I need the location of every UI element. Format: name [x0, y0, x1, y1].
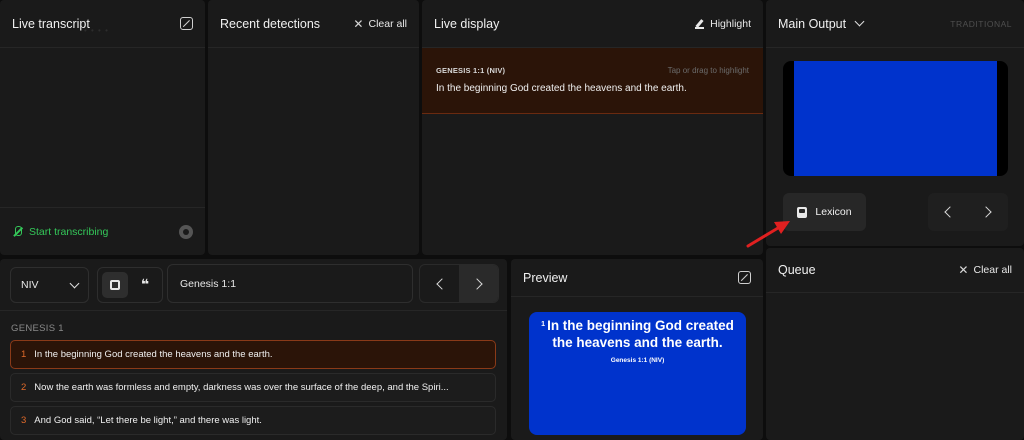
lexicon-label: Lexicon: [815, 206, 852, 218]
chevron-right-icon: [470, 277, 483, 290]
version-select[interactable]: NIV: [10, 267, 89, 303]
verse-text: And God said, “Let there be light,” and …: [34, 415, 262, 426]
chevron-down-icon: [854, 16, 865, 26]
highlight-button[interactable]: Highlight: [695, 18, 751, 30]
bible-nav: [419, 264, 499, 303]
preview-panel: Preview 1 In the beginning God created th…: [511, 259, 763, 440]
chevron-down-icon: [69, 278, 80, 288]
highlight-hint: Tap or drag to highlight: [667, 66, 749, 75]
lexicon-button[interactable]: Lexicon: [783, 193, 866, 231]
live-verse-block[interactable]: GENESIS 1:1 (NIV) Tap or drag to highlig…: [422, 48, 763, 114]
bible-prev-button[interactable]: [420, 265, 459, 302]
verse-number: 3: [21, 415, 27, 426]
display-mode-toggle: ❝: [97, 267, 163, 303]
mode-label: TRADITIONAL: [950, 18, 1012, 29]
verse-row[interactable]: 3 And God said, “Let there be light,” an…: [10, 406, 496, 435]
queue-header: Queue ✕ Clear all: [766, 248, 1024, 293]
expand-icon[interactable]: [738, 271, 751, 284]
live-display-panel: Live display Highlight GENESIS 1:1 (NIV)…: [422, 0, 763, 255]
queue-title: Queue: [778, 263, 816, 277]
main-output-header: Main Output TRADITIONAL: [766, 0, 1024, 48]
ghost-dots: • • • •: [84, 26, 109, 35]
record-indicator-icon[interactable]: [179, 224, 193, 239]
start-transcribing-label: Start transcribing: [29, 225, 109, 238]
square-icon: [110, 280, 120, 290]
output-screen-content: [794, 61, 997, 176]
bible-panel: NIV ❝ GENESIS 1 1 In the beginning God c…: [0, 259, 507, 440]
live-verse-reference: GENESIS 1:1 (NIV): [436, 66, 506, 75]
chapter-heading: GENESIS 1: [11, 323, 64, 334]
reference-input[interactable]: [167, 264, 413, 303]
clear-queue-button[interactable]: ✕ Clear all: [958, 263, 1012, 277]
verse-row[interactable]: 2 Now the earth was formless and empty, …: [10, 373, 496, 402]
recent-detections-title: Recent detections: [220, 16, 321, 31]
live-transcript-panel: Live transcript • • • • Start transcribi…: [0, 0, 205, 255]
verse-number: 1: [21, 349, 27, 360]
chevron-right-icon: [980, 206, 992, 218]
verse-text: In the beginning God created the heavens…: [34, 349, 273, 360]
preview-header: Preview: [511, 259, 763, 297]
output-prev-button[interactable]: [928, 193, 968, 231]
book-icon: [797, 206, 808, 218]
recent-detections-panel: Recent detections ✕ Clear all: [208, 0, 419, 255]
main-output-title: Main Output: [778, 16, 847, 31]
preview-title: Preview: [523, 270, 568, 285]
live-verse-text[interactable]: In the beginning God created the heavens…: [436, 83, 749, 94]
clear-detections-button[interactable]: ✕ Clear all: [353, 17, 407, 31]
preview-reference: Genesis 1:1 (NIV): [610, 357, 665, 364]
recent-detections-header: Recent detections ✕ Clear all: [208, 0, 419, 48]
clear-queue-label: Clear all: [973, 264, 1012, 276]
version-value: NIV: [21, 279, 39, 291]
output-screen: [783, 61, 1008, 176]
highlight-label: Highlight: [710, 17, 751, 30]
verse-number: 2: [21, 382, 27, 393]
verse-text: Now the earth was formless and empty, da…: [34, 382, 449, 393]
preview-card[interactable]: 1 In the beginning God created the heaven…: [529, 312, 746, 435]
quote-icon: ❝: [140, 277, 150, 293]
single-verse-mode-button[interactable]: [102, 272, 128, 298]
live-display-title: Live display: [434, 16, 500, 31]
live-display-header: Live display Highlight: [422, 0, 763, 48]
chevron-left-icon: [435, 277, 448, 290]
chevron-left-icon: [944, 206, 956, 218]
queue-panel: Queue ✕ Clear all: [766, 248, 1024, 440]
start-transcribing-button[interactable]: Start transcribing: [12, 225, 179, 238]
clear-detections-label: Clear all: [368, 17, 407, 30]
preview-verse-text: 1 In the beginning God created the heaven…: [529, 317, 746, 351]
mic-off-icon: [12, 225, 24, 238]
bible-next-button[interactable]: [459, 265, 498, 302]
preview-verse-number: 1: [541, 321, 546, 328]
output-nav: [928, 193, 1008, 231]
verse-row[interactable]: 1 In the beginning God created the heave…: [10, 340, 496, 369]
pen-icon: [695, 19, 705, 29]
expand-icon[interactable]: [180, 17, 193, 30]
bible-toolbar: NIV ❝: [0, 259, 507, 311]
preview-verse-body: In the beginning God created the heavens…: [547, 318, 734, 350]
close-icon: ✕: [958, 263, 969, 277]
main-output-dropdown[interactable]: Main Output: [778, 16, 950, 31]
verse-list: 1 In the beginning God created the heave…: [10, 340, 496, 439]
main-output-panel: Main Output TRADITIONAL Lexicon: [766, 0, 1024, 246]
quote-mode-button[interactable]: ❝: [132, 272, 158, 298]
close-icon: ✕: [353, 16, 364, 31]
transcript-footer: Start transcribing: [0, 207, 205, 255]
live-transcript-header: Live transcript: [0, 0, 205, 48]
output-next-button[interactable]: [968, 193, 1008, 231]
